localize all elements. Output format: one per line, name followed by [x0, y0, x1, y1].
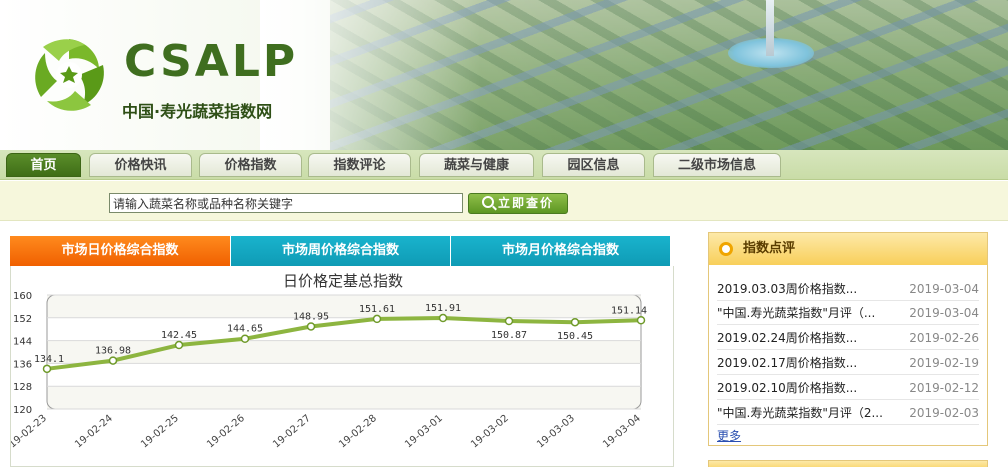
list-item: 2019.02.17周价格指数... 2019-02-19 [717, 351, 979, 375]
data-point [636, 316, 646, 325]
panel-title: 指数点评 [743, 241, 796, 256]
list-item: 2019.03.03周价格指数... 2019-03-04 [717, 277, 979, 301]
data-label: 151.61 [359, 304, 395, 315]
news-date: 2019-02-03 [909, 406, 979, 420]
x-tick-label: 19-02-27 [271, 413, 313, 451]
news-date: 2019-03-04 [909, 306, 979, 320]
news-title[interactable]: 2019.02.10周价格指数... [717, 376, 887, 400]
y-tick-label: 128 [13, 382, 32, 393]
data-point [438, 313, 448, 323]
data-label: 142.45 [161, 330, 197, 341]
data-label: 136.98 [95, 346, 131, 357]
more-link[interactable]: 更多 [717, 427, 741, 444]
x-tick-label: 19-03-04 [601, 413, 643, 451]
nav-item-home[interactable]: 首页 [6, 153, 81, 177]
y-tick-label: 160 [13, 291, 32, 302]
x-tick-label: 19-03-03 [535, 413, 577, 451]
news-date: 2019-02-19 [909, 356, 979, 370]
list-item: 2019.02.10周价格指数... 2019-02-12 [717, 376, 979, 400]
index-tabs: 市场日价格综合指数 市场周价格综合指数 市场月价格综合指数 [10, 236, 670, 266]
site-name: 中国·寿光蔬菜指数网 [122, 102, 273, 121]
header-banner: CSALP 中国·寿光蔬菜指数网 [0, 0, 1008, 150]
search-band: 立即查价 [0, 181, 1008, 221]
news-title[interactable]: 2019.02.24周价格指数... [717, 326, 887, 350]
price-index-chart: 120 128 136 144 152 160 日价格定基总指数 134.1 136.98 142… [11, 272, 647, 451]
search-button[interactable]: 立即查价 [468, 193, 568, 214]
x-tick-label: 19-02-23 [11, 413, 49, 451]
list-item: 2019.02.24周价格指数... 2019-02-26 [717, 326, 979, 350]
page: CSALP 中国·寿光蔬菜指数网 首页 价格快讯 价格指数 指数评论 蔬菜与健康… [0, 0, 1008, 467]
y-tick-label: 120 [13, 405, 32, 416]
data-point [570, 317, 580, 327]
search-icon [481, 196, 494, 208]
search-button-label: 立即查价 [497, 196, 554, 210]
nav-item-park-info[interactable]: 园区信息 [542, 153, 645, 177]
main-nav: 首页 价格快讯 价格指数 指数评论 蔬菜与健康 园区信息 二级市场信息 [0, 150, 1008, 180]
data-label: 134.1 [34, 354, 64, 365]
data-point [504, 316, 514, 326]
x-tick-label: 19-02-24 [73, 413, 115, 451]
banner-tower [766, 0, 774, 56]
tab-daily-index[interactable]: 市场日价格综合指数 [10, 236, 230, 266]
y-tick-label: 136 [13, 359, 32, 370]
next-panel-header [708, 460, 988, 467]
logo-text: CSALP [124, 36, 299, 87]
x-tick-label: 19-02-26 [205, 413, 247, 451]
data-point [240, 334, 250, 343]
search-input[interactable] [109, 193, 463, 213]
y-tick-label: 144 [13, 337, 32, 348]
data-point [174, 340, 184, 350]
plot-band [47, 386, 641, 409]
data-label: 151.14 [611, 305, 647, 316]
data-point [306, 322, 316, 331]
data-label: 150.87 [491, 330, 527, 341]
list-item: "中国.寿光蔬菜指数"月评（2... 2019-02-03 [717, 401, 979, 425]
review-panel: 指数点评 2019.03.03周价格指数... 2019-03-04 "中国.寿… [708, 232, 988, 446]
chart-title: 日价格定基总指数 [283, 272, 403, 290]
nav-item-price-news[interactable]: 价格快讯 [89, 153, 192, 177]
news-title[interactable]: "中国.寿光蔬菜指数"月评（... [717, 301, 887, 325]
data-point [108, 356, 118, 365]
news-date: 2019-02-26 [909, 331, 979, 345]
nav-item-price-index[interactable]: 价格指数 [199, 153, 302, 177]
bullet-circle-icon [719, 242, 733, 256]
plot-band [47, 295, 641, 318]
x-tick-label: 19-03-01 [403, 413, 445, 451]
news-title[interactable]: 2019.03.03周价格指数... [717, 277, 887, 301]
list-item: "中国.寿光蔬菜指数"月评（... 2019-03-04 [717, 301, 979, 325]
plot-band [47, 363, 641, 387]
chart-container: 120 128 136 144 152 160 日价格定基总指数 134.1 136.98 142… [10, 266, 674, 467]
nav-item-secondary-market[interactable]: 二级市场信息 [653, 153, 781, 177]
data-label: 144.65 [227, 324, 263, 335]
x-tick-label: 19-02-25 [139, 413, 181, 451]
nav-item-veg-health[interactable]: 蔬菜与健康 [419, 153, 534, 177]
data-label: 148.95 [293, 311, 329, 322]
news-title[interactable]: 2019.02.17周价格指数... [717, 351, 887, 375]
data-point [372, 314, 382, 324]
data-point [42, 364, 52, 374]
tab-weekly-index[interactable]: 市场周价格综合指数 [230, 236, 450, 266]
news-title[interactable]: "中国.寿光蔬菜指数"月评（2... [717, 401, 887, 425]
y-tick-label: 152 [13, 314, 32, 325]
tab-monthly-index[interactable]: 市场月价格综合指数 [450, 236, 670, 266]
news-date: 2019-03-04 [909, 282, 979, 296]
panel-header: 指数点评 [709, 233, 987, 265]
news-date: 2019-02-12 [909, 381, 979, 395]
logo-icon [35, 39, 104, 111]
x-tick-label: 19-02-28 [337, 413, 379, 451]
nav-item-index-review[interactable]: 指数评论 [308, 153, 411, 177]
data-label: 150.45 [557, 331, 593, 342]
x-tick-label: 19-03-02 [469, 413, 511, 451]
data-label: 151.91 [425, 303, 461, 314]
plot-band [47, 340, 641, 364]
